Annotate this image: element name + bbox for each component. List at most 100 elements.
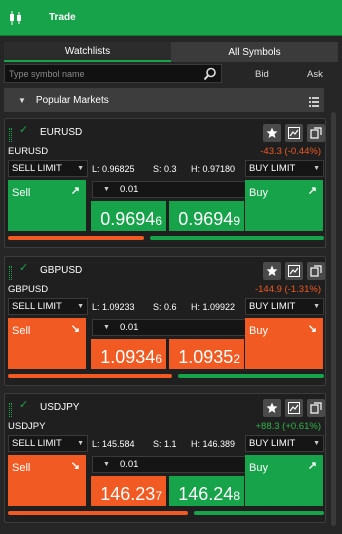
collapse-caret-icon[interactable]: ▼ <box>18 96 26 105</box>
quantity-dropdown-icon[interactable]: ▼ <box>103 324 110 331</box>
quantity-stepper[interactable]: ▼ 0.01 <box>92 181 248 198</box>
buy-price-pip: 8 <box>233 489 240 503</box>
daily-change: -43.3 (-0.44%) <box>260 146 321 157</box>
instrument-name: EURUSD <box>8 146 49 157</box>
quantity-dropdown-icon[interactable]: ▼ <box>103 461 110 468</box>
check-icon[interactable]: ✓ <box>19 261 28 274</box>
dropdown-arrow-icon: ▼ <box>77 165 84 172</box>
sell-label: Sell <box>12 462 31 474</box>
high-value: H: 1.09922 <box>191 302 236 312</box>
chart-icon[interactable] <box>285 399 303 417</box>
favorite-star-icon[interactable] <box>263 262 281 280</box>
ask-column-header: Ask <box>307 69 323 80</box>
sell-price-pip: 6 <box>155 214 162 228</box>
high-value: H: 0.97180 <box>191 164 236 174</box>
search-icon[interactable] <box>203 67 217 81</box>
buy-limit-label: BUY LIMIT <box>249 163 296 174</box>
chart-icon[interactable] <box>285 124 303 142</box>
dropdown-arrow-icon: ▼ <box>313 440 320 447</box>
sell-price[interactable]: 0.9694 6 <box>91 201 166 231</box>
buy-label: Buy <box>249 187 268 199</box>
sell-limit-label: SELL LIMIT <box>12 301 62 312</box>
buy-limit-dropdown[interactable]: BUY LIMIT ▼ <box>245 160 324 177</box>
instrument-card-gbpusd: ✓ GBPUSD GBPUSD -144.9 (-1.31%) SELL LIM… <box>4 256 326 386</box>
app-header: Trade <box>0 0 342 36</box>
trend-arrow-icon: ↗ <box>307 185 317 197</box>
card-symbol: GBPUSD <box>40 265 83 276</box>
buy-button[interactable]: Buy ↗ <box>245 180 323 231</box>
sell-limit-label: SELL LIMIT <box>12 438 62 449</box>
sell-label: Sell <box>12 187 31 199</box>
drag-handle[interactable] <box>9 403 12 417</box>
section-label: Popular Markets <box>35 94 109 106</box>
quantity-stepper[interactable]: ▼ 0.01 <box>92 319 248 336</box>
instrument-card-eurusd: ✓ EURUSD EURUSD -43.3 (-0.44%) SELL LIMI… <box>4 118 326 248</box>
detach-window-icon[interactable] <box>307 124 325 142</box>
sell-button[interactable]: Sell ↘ <box>8 318 86 369</box>
sentiment-sell-bar <box>8 374 172 378</box>
sell-limit-dropdown[interactable]: SELL LIMIT ▼ <box>8 435 88 452</box>
tab-all-symbols[interactable]: All Symbols <box>171 42 338 62</box>
sell-price[interactable]: 1.0934 6 <box>91 339 166 369</box>
buy-price-main: 1.0935 <box>178 347 234 367</box>
favorite-star-icon[interactable] <box>263 399 281 417</box>
check-icon[interactable]: ✓ <box>19 123 28 136</box>
spread-value: S: 1.1 <box>153 439 177 449</box>
buy-price[interactable]: 146.24 8 <box>169 476 244 506</box>
candlestick-icon <box>9 10 23 26</box>
sentiment-buy-bar <box>150 236 324 240</box>
instrument-name: USDJPY <box>8 421 46 432</box>
sentiment-buy-bar <box>178 374 324 378</box>
sentiment-buy-bar <box>194 511 324 515</box>
card-symbol: EURUSD <box>40 127 83 138</box>
check-icon[interactable]: ✓ <box>19 398 28 411</box>
app-title: Trade <box>49 12 76 23</box>
detach-window-icon[interactable] <box>307 399 325 417</box>
quantity-dropdown-icon[interactable]: ▼ <box>103 186 110 193</box>
buy-limit-label: BUY LIMIT <box>249 301 296 312</box>
drag-handle[interactable] <box>9 266 12 280</box>
buy-button[interactable]: Buy ↗ <box>245 455 323 506</box>
buy-button[interactable]: Buy ↘ <box>245 318 323 369</box>
dropdown-arrow-icon: ▼ <box>77 303 84 310</box>
dropdown-arrow-icon: ▼ <box>77 440 84 447</box>
spread-value: S: 0.6 <box>153 302 177 312</box>
sell-limit-dropdown[interactable]: SELL LIMIT ▼ <box>8 160 88 177</box>
buy-limit-label: BUY LIMIT <box>249 438 296 449</box>
bid-column-header: Bid <box>255 69 269 80</box>
buy-limit-dropdown[interactable]: BUY LIMIT ▼ <box>245 298 324 315</box>
low-value: L: 0.96825 <box>92 164 135 174</box>
sell-price[interactable]: 146.23 7 <box>91 476 166 506</box>
popular-markets-header[interactable]: ▼ Popular Markets <box>4 88 324 112</box>
buy-price-main: 146.24 <box>178 484 234 504</box>
scrollbar[interactable] <box>331 112 336 526</box>
search-placeholder: Type symbol name <box>9 68 85 79</box>
quantity-value: 0.01 <box>119 459 139 470</box>
detach-window-icon[interactable] <box>307 262 325 280</box>
buy-price[interactable]: 0.9694 9 <box>169 201 244 231</box>
favorite-star-icon[interactable] <box>263 124 281 142</box>
list-menu-icon[interactable] <box>309 94 319 107</box>
instrument-card-usdjpy: ✓ USDJPY USDJPY +88.3 (+0.61%) SELL LIMI… <box>4 393 326 523</box>
dropdown-arrow-icon: ▼ <box>313 165 320 172</box>
search-input[interactable]: Type symbol name <box>4 64 222 83</box>
tab-watchlists[interactable]: Watchlists <box>4 42 171 62</box>
buy-price[interactable]: 1.0935 2 <box>169 339 244 369</box>
buy-price-pip: 9 <box>233 214 240 228</box>
sell-button[interactable]: Sell ↘ <box>8 455 86 506</box>
trend-arrow-icon: ↗ <box>70 185 80 197</box>
drag-handle[interactable] <box>9 128 12 142</box>
buy-limit-dropdown[interactable]: BUY LIMIT ▼ <box>245 435 324 452</box>
sell-label: Sell <box>12 325 31 337</box>
sell-price-main: 1.0934 <box>100 347 156 367</box>
trend-arrow-icon: ↘ <box>70 460 80 472</box>
sell-limit-dropdown[interactable]: SELL LIMIT ▼ <box>8 298 88 315</box>
chart-icon[interactable] <box>285 262 303 280</box>
high-value: H: 146.389 <box>191 439 236 449</box>
dropdown-arrow-icon: ▼ <box>313 303 320 310</box>
sell-price-pip: 6 <box>155 352 162 366</box>
quantity-stepper[interactable]: ▼ 0.01 <box>92 456 248 473</box>
trend-arrow-icon: ↘ <box>307 323 317 335</box>
sell-button[interactable]: Sell ↗ <box>8 180 86 231</box>
low-value: L: 1.09233 <box>92 302 135 312</box>
